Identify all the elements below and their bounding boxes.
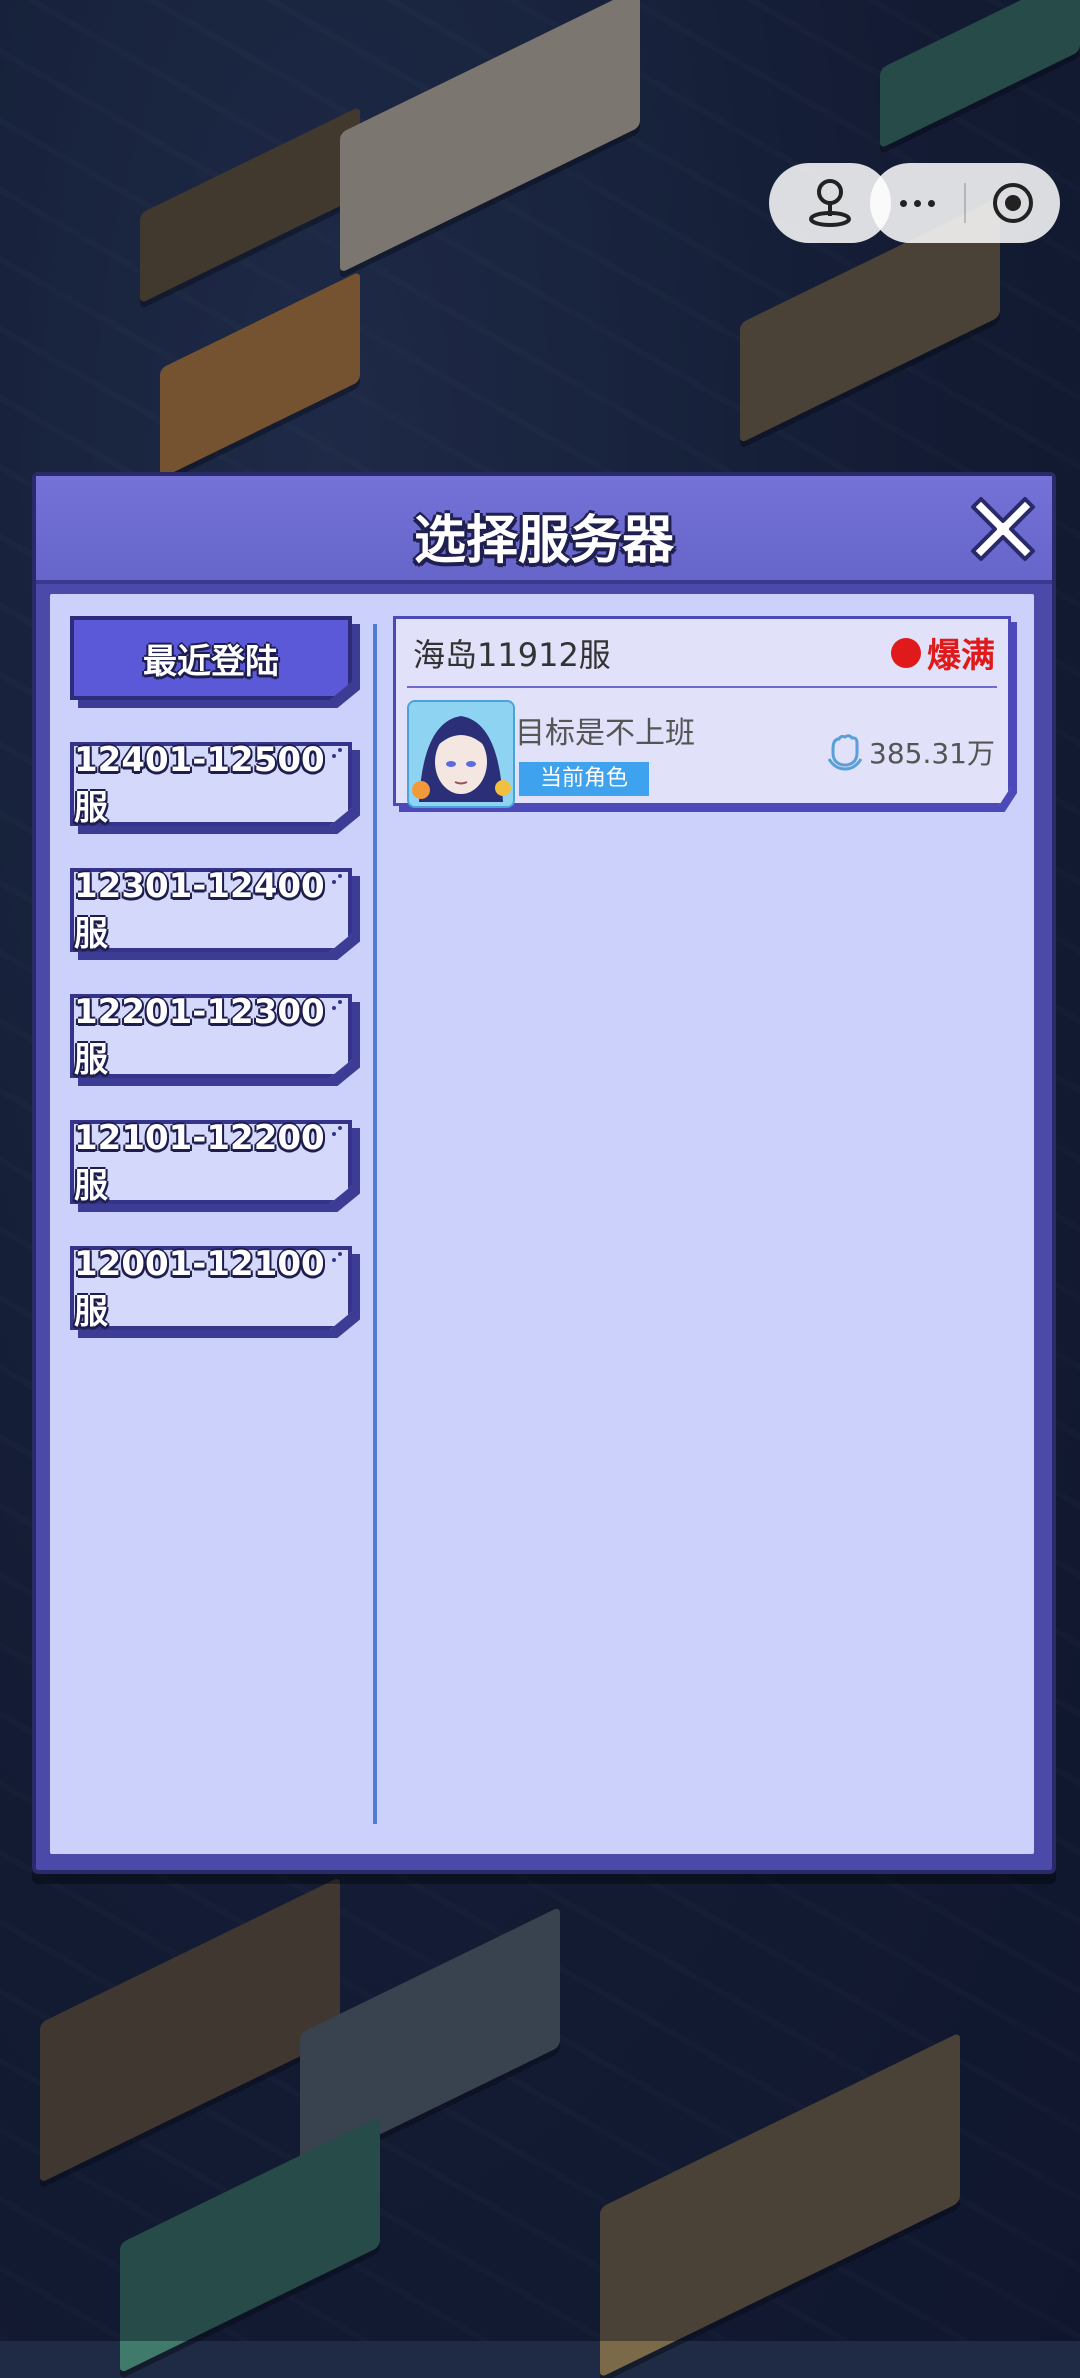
tab-12201-12300[interactable]: 12201-12300服 [70, 994, 360, 1086]
tab-12401-12500[interactable]: 12401-12500服 [70, 742, 360, 834]
server-status-label: 爆满 [927, 636, 995, 676]
corner-dots-decoration [332, 1126, 346, 1140]
target-close-icon [993, 183, 1033, 223]
tab-label: 12101-12200服 [74, 1117, 325, 1206]
tab-label: 12201-12300服 [74, 991, 325, 1080]
server-select-dialog: 选择服务器 最近登陆 12401-12500服 12301-12400服 122… [32, 472, 1056, 1874]
exit-button[interactable] [966, 163, 1060, 243]
avatar [407, 700, 515, 808]
status-dot-icon [891, 637, 921, 668]
tab-12001-12100[interactable]: 12001-12100服 [70, 1246, 360, 1338]
tab-12301-12400[interactable]: 12301-12400服 [70, 868, 360, 960]
capsule-menu [870, 163, 1060, 243]
dialog-title: 选择服务器 [413, 511, 674, 571]
corner-dots-decoration [332, 1000, 346, 1014]
combat-power-value: 385.31万 [869, 737, 995, 770]
server-status: 爆满 [891, 628, 995, 677]
tab-label: 12401-12500服 [74, 739, 325, 828]
joystick-icon [809, 179, 851, 227]
current-role-badge: 当前角色 [519, 762, 649, 796]
fist-icon [827, 734, 863, 771]
dialog-body: 最近登陆 12401-12500服 12301-12400服 12201-123… [50, 594, 1034, 1854]
card-divider [407, 686, 997, 688]
combat-power: 385.31万 [825, 732, 995, 772]
column-divider [373, 624, 377, 1824]
corner-dots-decoration [332, 1252, 346, 1266]
more-button[interactable] [870, 163, 964, 243]
close-x-icon [971, 497, 1035, 561]
more-dots-icon [899, 199, 935, 207]
corner-dots-decoration [332, 874, 346, 888]
tab-label: 最近登陆 [143, 641, 279, 682]
tab-recent-login[interactable]: 最近登陆 [70, 616, 360, 708]
tab-12101-12200[interactable]: 12101-12200服 [70, 1120, 360, 1212]
close-button[interactable] [968, 494, 1038, 564]
corner-dots-decoration [332, 748, 346, 762]
server-name: 海岛11912服 [413, 636, 611, 674]
dialog-header: 选择服务器 [36, 476, 1052, 584]
server-range-tabs: 最近登陆 12401-12500服 12301-12400服 12201-123… [70, 616, 360, 1372]
tab-label: 12001-12100服 [74, 1243, 325, 1332]
server-card[interactable]: 海岛11912服 爆满 目标是不上班 当前角色 385.31万 [393, 616, 1017, 812]
character-name: 目标是不上班 [515, 716, 695, 751]
tab-label: 12301-12400服 [74, 865, 325, 954]
